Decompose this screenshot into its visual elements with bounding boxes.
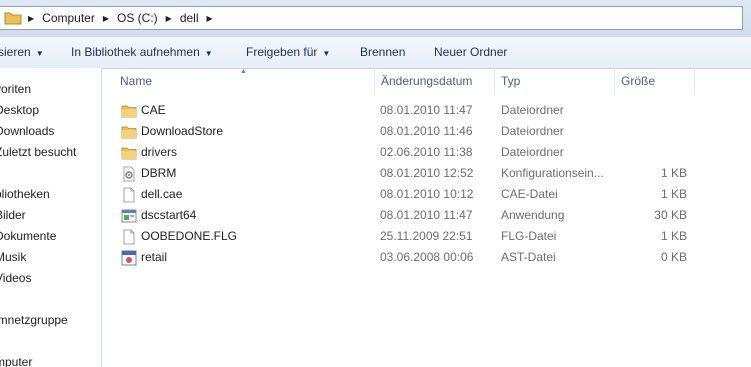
file-type: CAE-Datei bbox=[501, 187, 558, 201]
address-bar[interactable]: ▶ Computer ▶ OS (C:) ▶ dell ▶ bbox=[0, 6, 743, 30]
nav-item-downloads[interactable]: Downloads bbox=[0, 121, 54, 141]
chevron-right-icon[interactable]: ▶ bbox=[207, 14, 213, 23]
share-button[interactable]: Freigeben für ▼ bbox=[246, 37, 330, 68]
file-date: 08.01.2010 10:12 bbox=[380, 187, 474, 201]
include-in-library-label: In Bibliothek aufnehmen bbox=[71, 45, 200, 59]
file-name: CAE bbox=[141, 103, 166, 117]
file-date: 08.01.2010 11:47 bbox=[380, 103, 473, 117]
file-date: 02.06.2010 11:38 bbox=[380, 145, 473, 159]
command-bar: sieren ▼ In Bibliothek aufnehmen ▼ Freigeb… bbox=[0, 37, 751, 69]
nav-item-documents[interactable]: Dokumente bbox=[0, 226, 56, 246]
column-header-type[interactable]: Typ bbox=[501, 68, 520, 95]
folder-icon bbox=[121, 147, 137, 160]
chevron-down-icon: ▼ bbox=[204, 49, 213, 58]
chevron-right-icon[interactable]: ▶ bbox=[166, 14, 172, 23]
file-row[interactable]: DBRM 08.01.2010 12:52 Konfigurationsein.… bbox=[104, 163, 751, 184]
nav-item-pictures[interactable]: Bilder bbox=[0, 205, 26, 225]
file-type: Konfigurationsein... bbox=[501, 166, 604, 180]
organize-label: sieren bbox=[0, 45, 31, 59]
config-file-icon bbox=[123, 166, 135, 182]
new-folder-button[interactable]: Neuer Ordner bbox=[434, 37, 507, 68]
column-divider[interactable] bbox=[494, 68, 495, 95]
file-type: Dateiordner bbox=[501, 124, 564, 138]
nav-item-music[interactable]: Musik bbox=[0, 247, 26, 267]
column-divider[interactable] bbox=[614, 68, 615, 95]
file-type: Dateiordner bbox=[501, 103, 564, 117]
file-type: Anwendung bbox=[501, 208, 565, 222]
nav-item-videos[interactable]: Videos bbox=[0, 268, 31, 288]
application-icon bbox=[121, 209, 137, 223]
file-size: 0 KB bbox=[660, 250, 687, 264]
nav-item-recent[interactable]: Zuletzt besucht bbox=[0, 142, 76, 162]
file-name: DBRM bbox=[141, 166, 177, 180]
navigation-pane: voriten Desktop Downloads Zuletzt besuch… bbox=[0, 68, 102, 367]
ast-file-icon bbox=[121, 250, 137, 266]
file-date: 03.06.2008 00:06 bbox=[380, 250, 474, 264]
file-date: 08.01.2010 12:52 bbox=[380, 166, 474, 180]
file-icon bbox=[123, 229, 135, 245]
chevron-down-icon: ▼ bbox=[322, 49, 331, 58]
breadcrumb-drive[interactable]: OS (C:) bbox=[117, 11, 158, 25]
file-size bbox=[624, 100, 687, 121]
breadcrumb: ▶ Computer ▶ OS (C:) ▶ dell ▶ bbox=[28, 11, 221, 25]
file-size bbox=[624, 142, 687, 163]
column-header-size[interactable]: Größe bbox=[621, 68, 655, 95]
sort-ascending-icon: ▲ bbox=[240, 68, 247, 75]
folder-icon bbox=[4, 12, 22, 25]
file-date: 25.11.2009 22:51 bbox=[380, 229, 473, 243]
folder-icon bbox=[121, 126, 137, 139]
file-name: drivers bbox=[141, 145, 178, 159]
column-header-name[interactable]: Name bbox=[120, 68, 152, 95]
file-name: OOBEDONE.FLG bbox=[141, 229, 238, 243]
file-size bbox=[624, 121, 687, 142]
file-name: dscstart64 bbox=[141, 208, 197, 222]
file-name: retail bbox=[141, 250, 168, 264]
nav-item-desktop[interactable]: Desktop bbox=[0, 100, 39, 120]
file-size: 30 KB bbox=[654, 208, 687, 222]
breadcrumb-computer[interactable]: Computer bbox=[42, 11, 95, 25]
column-divider[interactable] bbox=[374, 68, 375, 95]
chevron-right-icon[interactable]: ▶ bbox=[28, 14, 34, 23]
address-bar-area: ▶ Computer ▶ OS (C:) ▶ dell ▶ bbox=[0, 0, 751, 38]
breadcrumb-dell[interactable]: dell bbox=[180, 11, 199, 25]
nav-item-favorites[interactable]: voriten bbox=[0, 79, 31, 99]
share-label: Freigeben für bbox=[246, 45, 318, 59]
nav-item-libraries[interactable]: bliotheken bbox=[0, 184, 50, 204]
file-type: AST-Datei bbox=[501, 250, 556, 264]
burn-button[interactable]: Brennen bbox=[360, 37, 405, 68]
include-in-library-button[interactable]: In Bibliothek aufnehmen ▼ bbox=[71, 37, 213, 68]
file-row[interactable]: DownloadStore 08.01.2010 11:46 Dateiordn… bbox=[104, 121, 751, 142]
column-divider[interactable] bbox=[694, 68, 695, 95]
file-size: 1 KB bbox=[660, 166, 687, 180]
organize-button[interactable]: sieren ▼ bbox=[0, 37, 44, 68]
file-row[interactable]: CAE 08.01.2010 11:47 Dateiordner bbox=[104, 100, 751, 121]
file-type: Dateiordner bbox=[501, 145, 564, 159]
file-row[interactable]: OOBEDONE.FLG 25.11.2009 22:51 FLG-Datei … bbox=[104, 226, 751, 247]
file-icon bbox=[123, 187, 135, 203]
file-row[interactable]: dscstart64 08.01.2010 11:47 Anwendung 30… bbox=[104, 205, 751, 226]
file-size: 1 KB bbox=[660, 229, 687, 243]
file-row[interactable]: drivers 02.06.2010 11:38 Dateiordner bbox=[104, 142, 751, 163]
file-date: 08.01.2010 11:47 bbox=[380, 208, 473, 222]
file-type: FLG-Datei bbox=[501, 229, 557, 243]
file-name: DownloadStore bbox=[141, 124, 224, 138]
chevron-down-icon: ▼ bbox=[35, 49, 44, 58]
column-header-date[interactable]: Änderungsdatum bbox=[381, 68, 472, 95]
nav-item-computer[interactable]: mputer bbox=[0, 352, 32, 367]
nav-item-homegroup[interactable]: imnetzgruppe bbox=[0, 310, 68, 330]
folder-icon bbox=[121, 105, 137, 118]
chevron-right-icon[interactable]: ▶ bbox=[103, 14, 109, 23]
file-date: 08.01.2010 11:46 bbox=[380, 124, 473, 138]
file-name: dell.cae bbox=[141, 187, 183, 201]
file-row[interactable]: dell.cae 08.01.2010 10:12 CAE-Datei 1 KB bbox=[104, 184, 751, 205]
file-size: 1 KB bbox=[660, 187, 687, 201]
file-row[interactable]: retail 03.06.2008 00:06 AST-Datei 0 KB bbox=[104, 247, 751, 268]
